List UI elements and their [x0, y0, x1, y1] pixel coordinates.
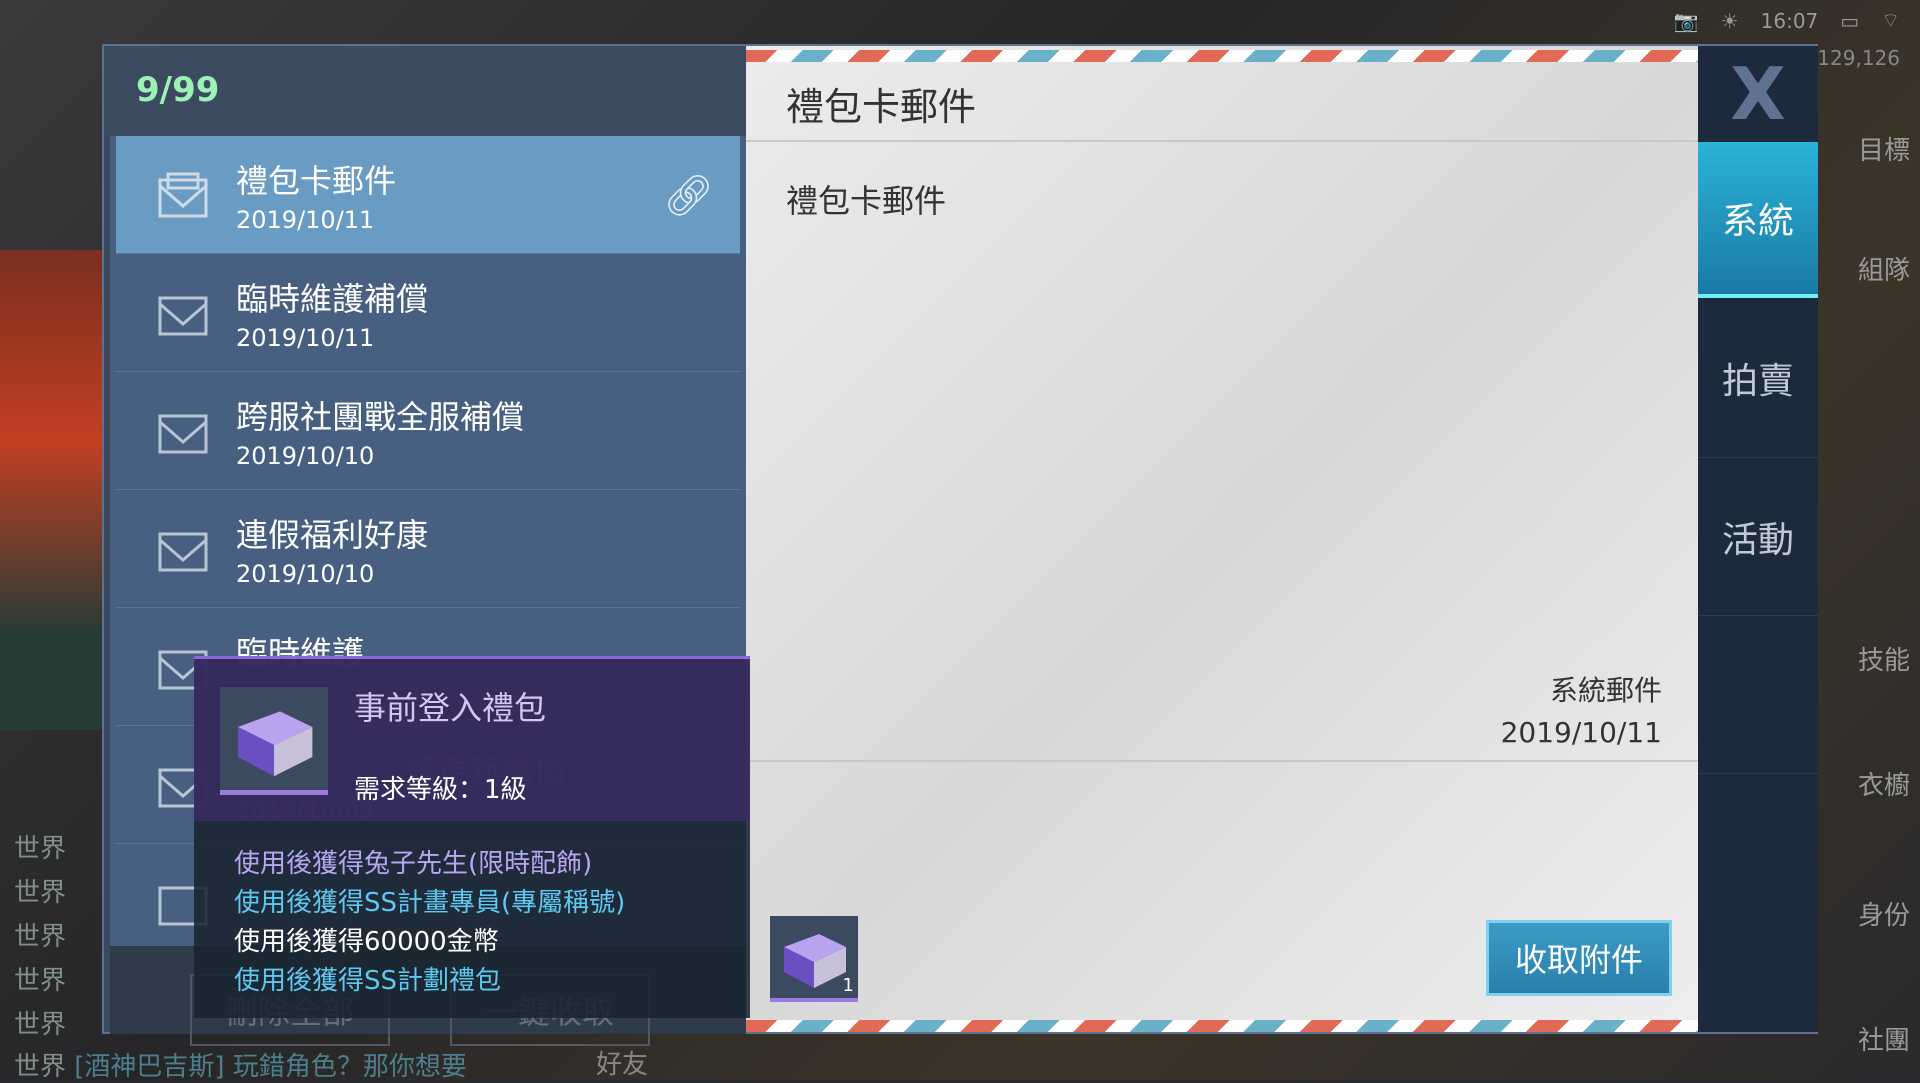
status-bar: 📷 ☀ 16:07 ▭ ⌔ — [1674, 8, 1900, 33]
envelope-icon — [158, 532, 208, 572]
detail-sender: 系統郵件 — [1549, 674, 1662, 707]
chat-line[interactable]: 世界 [酒神巴吉斯] 玩錯角色？那你想要 — [14, 1046, 467, 1083]
airmail-stripe — [746, 1020, 1698, 1032]
mail-date: 2019/10/11 — [236, 206, 375, 234]
friends-button[interactable]: 好友 — [596, 1044, 648, 1081]
airmail-stripe — [746, 50, 1698, 62]
divider — [746, 140, 1698, 142]
mail-count: 9/99 — [136, 70, 220, 110]
camera-icon[interactable]: 📷 — [1674, 9, 1699, 33]
chat-channel: 世界 — [14, 966, 67, 996]
brightness-icon: ☀ — [1720, 8, 1739, 33]
chat-channel: 世界 — [14, 922, 67, 952]
mail-item[interactable]: 跨服社團戰全服補償 2019/10/10 — [116, 372, 740, 490]
chat-message: [酒神巴吉斯] 玩錯角色？那你想要 — [74, 1052, 467, 1082]
detail-date: 2019/10/11 — [1500, 716, 1662, 749]
tab-empty — [1698, 616, 1818, 774]
side-identity[interactable]: 身份 — [1858, 895, 1910, 932]
mail-title: 禮包卡郵件 — [236, 162, 397, 200]
chat-channel: 世界 — [14, 1010, 67, 1040]
attachment-link-icon: 🔗︎ — [663, 173, 714, 219]
delete-all-button[interactable]: 刪除全部 — [190, 974, 390, 1046]
envelope-icon — [158, 172, 208, 218]
chat-channel: 世界 — [14, 834, 67, 864]
divider — [746, 760, 1698, 762]
mail-title: 連假福利好康 — [236, 516, 429, 554]
mail-title: 護更新補償 — [406, 752, 567, 790]
envelope-icon — [158, 650, 208, 690]
tab-auction[interactable]: 拍賣 — [1698, 298, 1818, 458]
battery-icon: ▭ — [1840, 8, 1860, 33]
mail-dialog: 9/99 禮包卡郵件 2019/10/11 🔗︎ 臨時維護補償 2019/10/… — [102, 44, 1818, 1046]
mail-date: 2019/10/09 — [236, 796, 375, 824]
mail-category-tabs: X 系統 拍賣 活動 — [1698, 46, 1818, 1032]
mail-detail: 禮包卡郵件 禮包卡郵件 系統郵件 2019/10/11 1 收取附件 — [746, 46, 1698, 1032]
envelope-icon — [158, 886, 208, 926]
character-portrait — [0, 250, 102, 730]
mail-date: 2019/10/10 — [236, 442, 375, 470]
mail-item[interactable]: 連假福利好康 2019/10/10 — [116, 490, 740, 608]
mail-date: 2019/10/10 — [236, 560, 375, 588]
mail-list-panel: 9/99 禮包卡郵件 2019/10/11 🔗︎ 臨時維護補償 2019/10/… — [104, 46, 746, 1046]
mail-item[interactable] — [116, 844, 740, 946]
envelope-icon — [158, 296, 208, 336]
mail-date: 2019/10/11 — [236, 324, 375, 352]
mail-item[interactable]: 護更新補償 2019/10/09 — [116, 726, 740, 844]
mail-item[interactable]: 臨時維護 — [116, 608, 740, 726]
coordinates: 129,126 — [1817, 46, 1900, 70]
clock: 16:07 — [1760, 8, 1819, 33]
mail-item[interactable]: 臨時維護補償 2019/10/11 — [116, 254, 740, 372]
mail-list[interactable]: 禮包卡郵件 2019/10/11 🔗︎ 臨時維護補償 2019/10/11 跨服… — [110, 136, 746, 946]
side-team[interactable]: 組隊 — [1858, 250, 1910, 287]
mail-title: 臨時維護補償 — [236, 280, 429, 318]
attachment-item[interactable]: 1 — [770, 916, 858, 1002]
collect-all-button[interactable]: 一鍵收取 — [450, 974, 650, 1046]
mail-title: 跨服社團戰全服補償 — [236, 398, 525, 436]
side-skill[interactable]: 技能 — [1858, 640, 1910, 677]
attachment-count: 1 — [842, 975, 854, 996]
collect-attachment-button[interactable]: 收取附件 — [1486, 920, 1672, 996]
envelope-icon — [158, 768, 208, 808]
side-goal[interactable]: 目標 — [1858, 130, 1910, 167]
wifi-icon: ⌔ — [1881, 8, 1900, 32]
mail-actions: 刪除全部 一鍵收取 — [110, 946, 746, 1046]
chat-channel: 世界 — [14, 1052, 67, 1082]
envelope-icon — [158, 414, 208, 454]
mail-item[interactable]: 禮包卡郵件 2019/10/11 🔗︎ — [116, 136, 740, 254]
detail-sender-block: 系統郵件 2019/10/11 — [1501, 670, 1662, 754]
detail-body: 禮包卡郵件 — [786, 182, 947, 220]
side-guild[interactable]: 社團 — [1858, 1020, 1910, 1057]
close-icon[interactable]: X — [1698, 46, 1818, 142]
detail-title: 禮包卡郵件 — [786, 85, 977, 129]
side-wardrobe[interactable]: 衣櫥 — [1858, 765, 1910, 802]
chat-channel: 世界 — [14, 878, 67, 908]
tab-event[interactable]: 活動 — [1698, 458, 1818, 616]
tab-system[interactable]: 系統 — [1698, 142, 1818, 298]
mail-title: 臨時維護 — [236, 634, 365, 672]
